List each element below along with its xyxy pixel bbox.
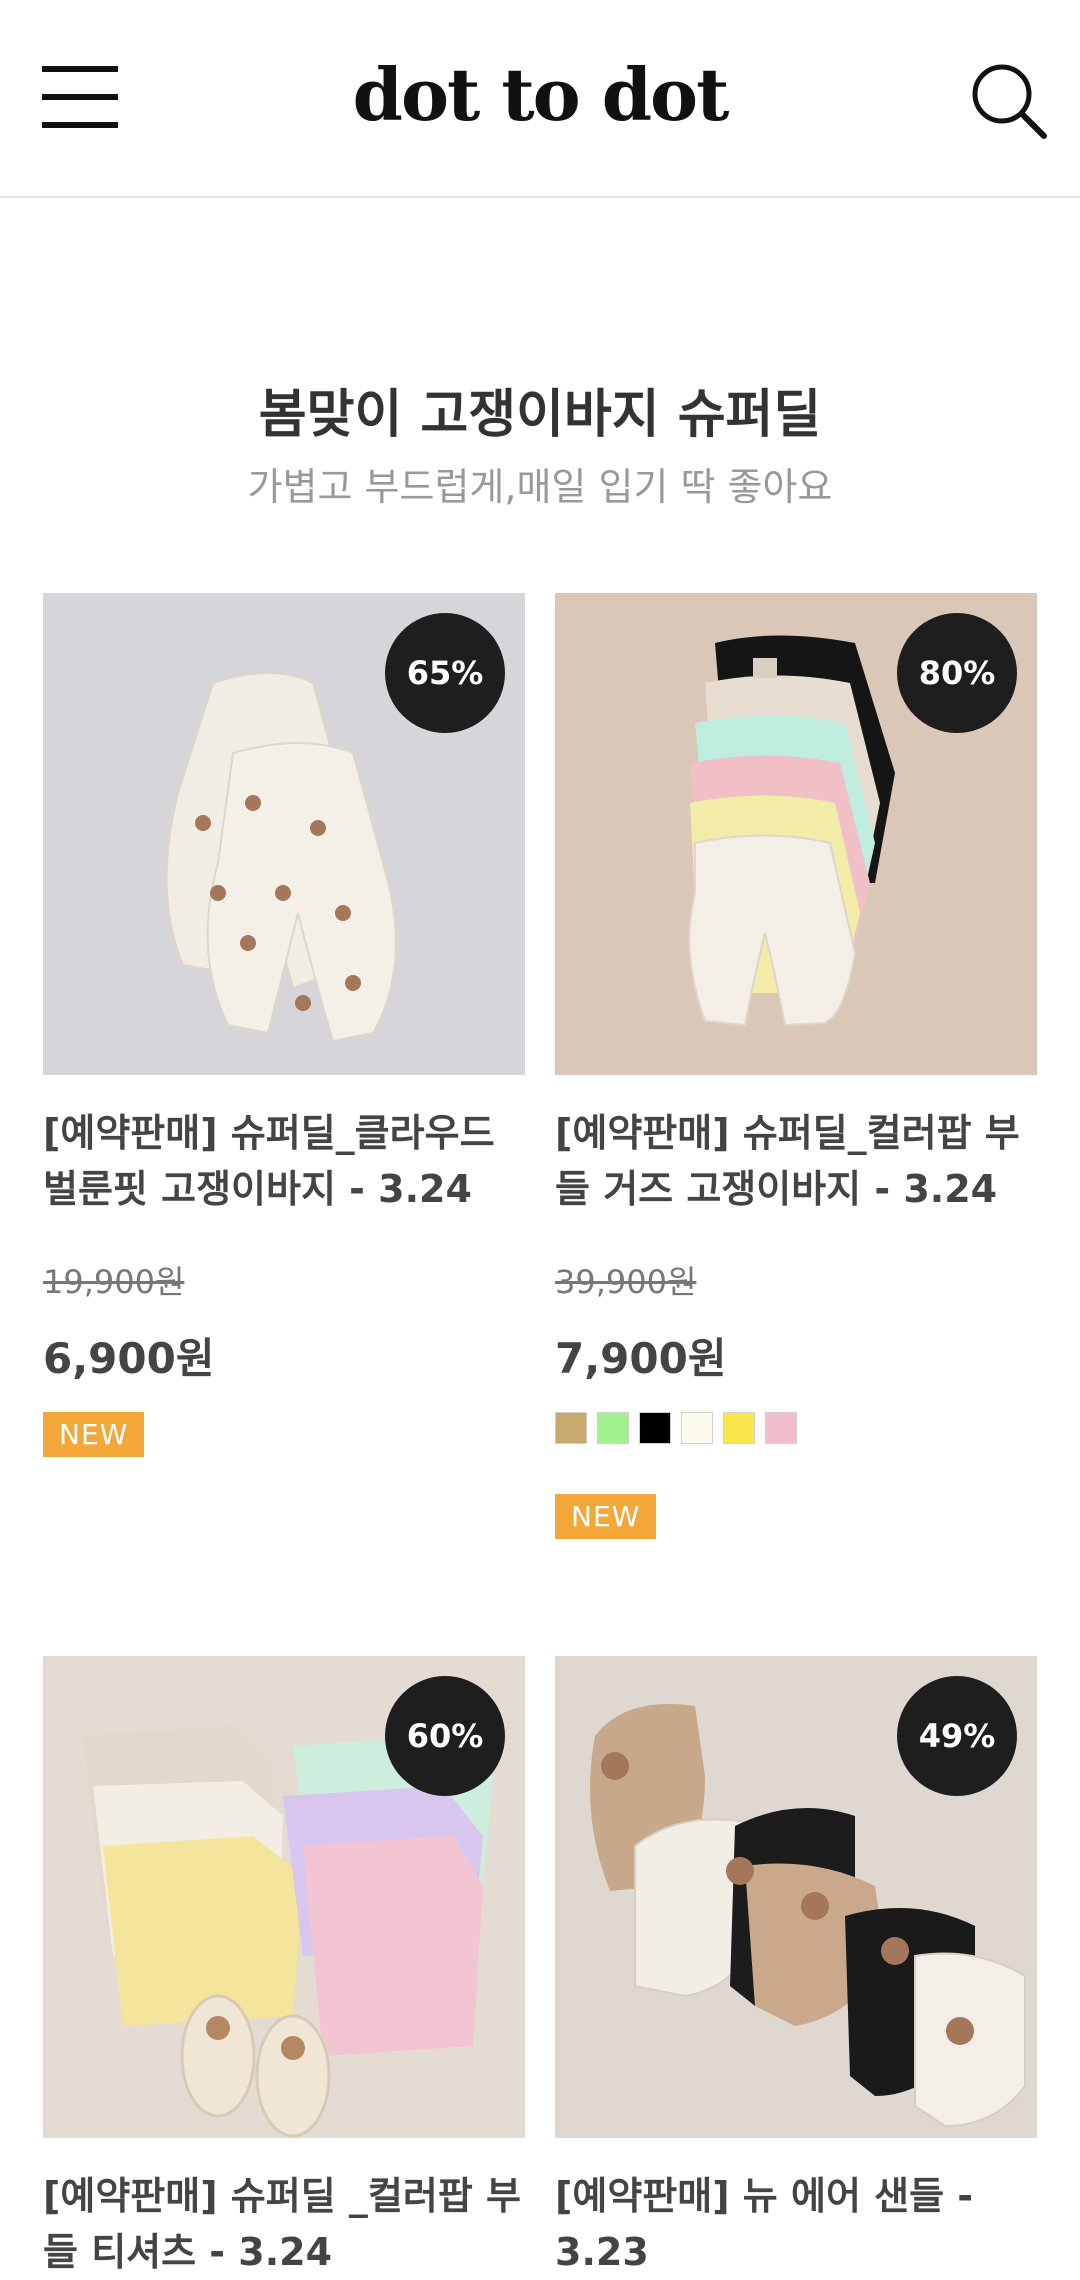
product-image[interactable]: 60% <box>43 1656 525 2138</box>
color-swatch[interactable] <box>639 1412 671 1444</box>
product-image[interactable]: 49% <box>555 1656 1037 2138</box>
sale-price: 6,900원 <box>43 1334 215 1383</box>
product-card[interactable]: 49% [예약판매] 뉴 에어 샌들 - 3.23 <box>555 1656 1037 2280</box>
product-card[interactable]: 80% [예약판매] 슈퍼딜_컬러팝 부들 거즈 고쟁이바지 - 3.24 39… <box>555 593 1037 1539</box>
product-image[interactable]: 80% <box>555 593 1037 1075</box>
new-badge: NEW <box>555 1494 657 1539</box>
product-name[interactable]: [예약판매] 슈퍼딜_컬러팝 부들 거즈 고쟁이바지 - 3.24 <box>555 1105 1037 1217</box>
search-icon[interactable] <box>968 60 1050 142</box>
section-title: 봄맞이 고쟁이바지 슈퍼딜 <box>258 385 822 445</box>
discount-badge: 65% <box>385 613 505 733</box>
sale-price: 7,900원 <box>555 1334 727 1383</box>
brand-logo[interactable]: dot to dot <box>0 52 1080 137</box>
product-card[interactable]: 65% [예약판매] 슈퍼딜_클라우드 벌룬핏 고쟁이바지 - 3.24 19,… <box>43 593 525 1457</box>
color-swatch[interactable] <box>555 1412 587 1444</box>
product-name[interactable]: [예약판매] 슈퍼딜_클라우드 벌룬핏 고쟁이바지 - 3.24 <box>43 1105 525 1217</box>
product-name[interactable]: [예약판매] 슈퍼딜 _컬러팝 부들 티셔츠 - 3.24 <box>43 2168 525 2280</box>
color-swatch[interactable] <box>597 1412 629 1444</box>
color-swatch[interactable] <box>765 1412 797 1444</box>
section-subtitle: 가볍고 부드럽게,매일 입기 딱 좋아요 <box>247 465 833 509</box>
top-header: dot to dot <box>0 0 1080 198</box>
discount-badge: 80% <box>897 613 1017 733</box>
discount-badge: 49% <box>897 1676 1017 1796</box>
product-name[interactable]: [예약판매] 뉴 에어 샌들 - 3.23 <box>555 2168 1037 2280</box>
color-swatches <box>555 1412 1037 1444</box>
discount-badge: 60% <box>385 1676 505 1796</box>
color-swatch[interactable] <box>723 1412 755 1444</box>
product-card[interactable]: 60% [예약판매] 슈퍼딜 _컬러팝 부들 티셔츠 - 3.24 <box>43 1656 525 2280</box>
color-swatch[interactable] <box>681 1412 713 1444</box>
product-image[interactable]: 65% <box>43 593 525 1075</box>
new-badge: NEW <box>43 1412 145 1457</box>
original-price: 39,900원 <box>555 1263 697 1301</box>
original-price: 19,900원 <box>43 1263 185 1301</box>
